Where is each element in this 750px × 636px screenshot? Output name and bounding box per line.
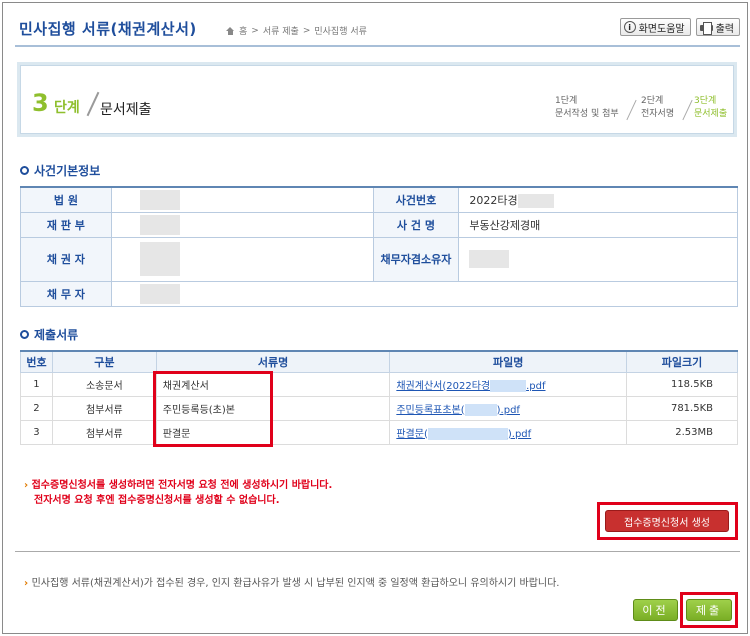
help-button-label: 화면도움말 [638,23,685,35]
table-row: 1 소송문서 채권계산서 채권계산서(2022타경 .pdf 118.5KB [20,371,738,397]
header-divider [15,45,740,47]
breadcrumb-home[interactable]: 홈 [239,24,247,37]
print-button[interactable]: 출력 [695,18,740,36]
case-no-label: 사건번호 [372,186,460,213]
col-doc: 서류명 [155,350,391,373]
refund-notice: › 민사집행 서류(채권계산서)가 접수된 경우, 인지 환급사유가 발생 시 … [24,578,560,589]
bottom-divider [15,551,740,552]
breadcrumb: 홈 > 서류 제출 > 민사집행 서류 [226,24,367,37]
step-3: 3단계 문서제출 [694,96,728,119]
col-type: 구분 [51,350,157,373]
panel-label: 재 판 부 [20,211,112,238]
current-step-label: 문서제출 [100,102,152,118]
table-row: 3 첨부서류 판결문 판결문().pdf 2.53MB [20,419,738,445]
debtor-label: 채 무 자 [20,280,112,307]
submit-button[interactable]: 제출 [686,599,732,621]
create-receipt-button[interactable]: 접수증명신청서 생성 [605,510,729,532]
owner-value [458,236,738,282]
col-size: 파일크기 [626,350,738,373]
step-2: 2단계 전자서명 [641,96,675,119]
prev-button[interactable]: 이전 [633,599,678,621]
case-info-table: 법 원 사건번호 2022타경 재 판 부 사 건 명 부동산강제경매 채 권 … [20,186,739,307]
step-indicator: 3 단계 문서제출 1단계 문서작성 및 첨부 2단계 전자서명 3단계 문서제… [17,62,737,137]
owner-label: 채무자겸소유자 [372,236,460,282]
bullet-icon [20,166,29,175]
help-button[interactable]: i 화면도움말 [619,18,691,36]
current-step-unit: 단계 [54,100,80,116]
files-header-row: 번호 구분 서류명 파일명 파일크기 [20,350,738,373]
col-no: 번호 [20,350,53,373]
creditor-label: 채 권 자 [20,236,112,282]
case-info-heading: 사건기본정보 [20,162,100,179]
breadcrumb-current: 민사집행 서류 [314,27,367,37]
bullet-icon [20,330,29,339]
court-value [110,186,374,213]
step-1: 1단계 문서작성 및 첨부 [555,96,619,119]
breadcrumb-submit[interactable]: 서류 제출 [263,24,299,37]
case-no-value: 2022타경 [458,186,738,213]
doc-name-highlight [153,371,273,447]
debtor-value [110,280,739,307]
warning-text: › 접수증명신청서를 생성하려면 전자서명 요청 전에 생성하시기 바랍니다. … [24,480,333,506]
col-file: 파일명 [389,350,628,373]
print-button-label: 출력 [715,23,734,35]
court-label: 법 원 [20,186,112,213]
printer-icon [699,21,713,35]
case-name-value: 부동산강제경매 [458,211,738,238]
creditor-value [110,236,374,282]
file-link[interactable]: 주민등록표초본().pdf [389,395,628,421]
panel-value [110,211,374,238]
info-icon: i [623,21,636,33]
files-table: 번호 구분 서류명 파일명 파일크기 1 소송문서 채권계산서 채권계산서(20… [20,350,738,445]
current-step-number: 3 [32,89,49,117]
case-name-label: 사 건 명 [372,211,460,238]
breadcrumb-sep: > [302,25,311,36]
files-heading: 제출서류 [20,326,78,343]
file-link[interactable]: 채권계산서(2022타경 .pdf [389,371,628,397]
file-link[interactable]: 판결문().pdf [389,419,628,445]
breadcrumb-sep: > [251,25,259,36]
home-icon[interactable] [226,26,235,35]
table-row: 2 첨부서류 주민등록등(초)본 주민등록표초본().pdf 781.5KB [20,395,738,421]
page-title: 민사집행 서류(채권계산서) [19,20,197,38]
